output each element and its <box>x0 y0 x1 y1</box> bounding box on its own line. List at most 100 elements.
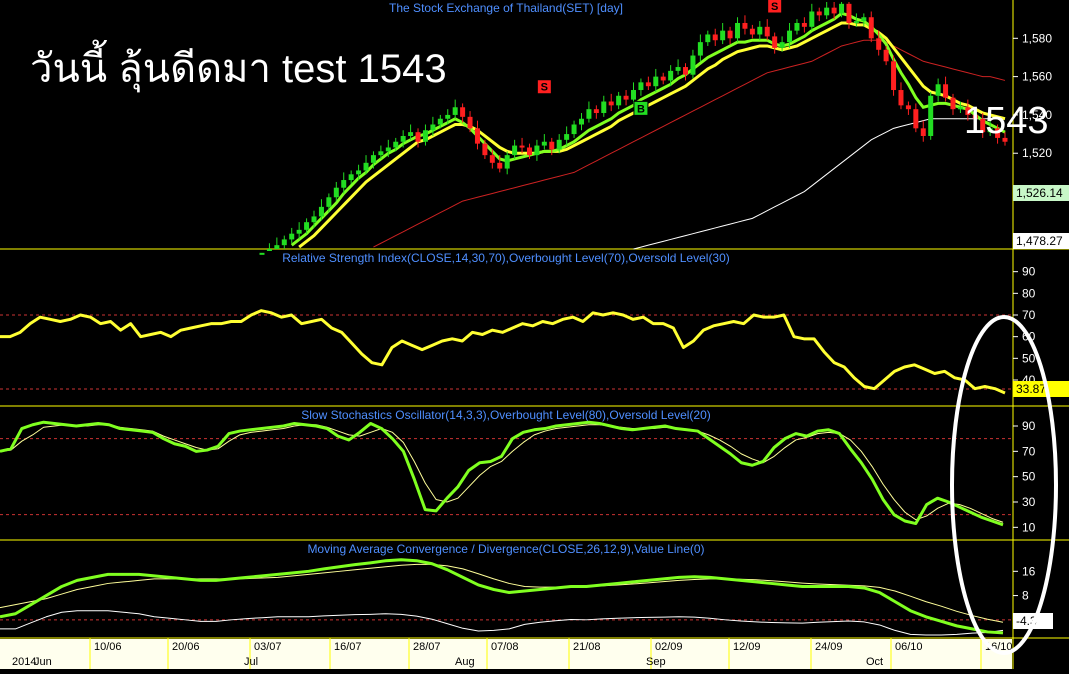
y-tick-label: 80 <box>1022 286 1036 300</box>
x-axis: 10/0620/0603/0716/0728/0707/0821/0802/09… <box>0 638 1013 669</box>
y-tick-label: 50 <box>1022 351 1036 365</box>
x-month-label: Jul <box>244 656 258 668</box>
candle-body <box>356 170 361 174</box>
annotation-overlay: วันนี้ ลุ้นดีดมา test 1543 1543 <box>30 39 1056 653</box>
signal-marker-label: S <box>771 1 778 13</box>
candle-body <box>594 109 599 113</box>
candle-body <box>408 132 413 136</box>
candle-body <box>869 17 874 38</box>
ma-line <box>634 119 1006 249</box>
candle-body <box>497 163 502 169</box>
candle-body <box>579 119 584 125</box>
candle-body <box>943 84 948 97</box>
stochastic-panel: Slow Stochastics Oscillator(14,3,3),Over… <box>0 408 1036 534</box>
chart-stage: The Stock Exchange of Thailand(SET) [day… <box>0 0 1069 669</box>
candle-body <box>512 146 517 156</box>
stoch-d-line <box>0 425 1003 523</box>
candle-body <box>624 96 629 100</box>
price-panel: The Stock Exchange of Thailand(SET) [day… <box>260 0 1069 255</box>
y-tick-label: 90 <box>1022 419 1036 433</box>
candle-body <box>720 31 725 41</box>
rsi-line <box>0 311 1005 393</box>
macd-line <box>0 560 1003 633</box>
candle-body <box>586 109 591 119</box>
value-box-label: 1,526.14 <box>1016 186 1063 200</box>
candle-body <box>601 102 606 113</box>
panel-title: The Stock Exchange of Thailand(SET) [day… <box>389 1 623 15</box>
panel-title: Moving Average Convergence / Divergence(… <box>307 542 704 556</box>
candle-body <box>260 253 265 255</box>
stoch-k-line <box>0 422 1003 525</box>
candle-body <box>468 117 473 128</box>
candle-body <box>698 42 703 55</box>
candle-body <box>267 249 272 251</box>
candle-body <box>631 90 636 100</box>
candle-body <box>341 180 346 188</box>
candle-body <box>757 27 762 35</box>
candle-body <box>787 31 792 42</box>
candle-body <box>319 207 324 217</box>
value-box-label: 1,478.27 <box>1016 234 1063 248</box>
candle-body <box>274 245 279 249</box>
candle-body <box>861 17 866 21</box>
candle-body <box>668 71 673 81</box>
x-month-label: 2014 <box>12 656 36 668</box>
candle-body <box>557 140 562 150</box>
chart-svg: The Stock Exchange of Thailand(SET) [day… <box>0 0 1069 669</box>
candle-body <box>527 147 532 155</box>
x-month-label: Aug <box>455 656 475 668</box>
candle-body <box>898 90 903 105</box>
candle-body <box>839 4 844 14</box>
candle-body <box>661 77 666 81</box>
panel-frames <box>0 0 1069 669</box>
x-month-label: Sep <box>646 656 666 668</box>
candle-body <box>854 21 859 23</box>
candle-body <box>371 155 376 163</box>
candle-body <box>750 29 755 35</box>
candle-body <box>884 50 889 61</box>
candle-body <box>334 188 339 198</box>
candle-body <box>817 11 822 15</box>
candle-body <box>534 146 539 156</box>
candle-body <box>312 216 317 222</box>
candle-body <box>705 34 710 42</box>
candle-body <box>824 8 829 16</box>
y-tick-label: 16 <box>1022 564 1036 578</box>
candle-body <box>386 147 391 151</box>
candle-body <box>928 96 933 136</box>
candle-body <box>430 125 435 131</box>
candle-body <box>282 239 287 245</box>
candle-body <box>765 27 770 37</box>
candle-body <box>683 67 688 75</box>
candle-body <box>638 82 643 90</box>
candle-body <box>289 234 294 240</box>
y-tick-label: 50 <box>1022 470 1036 484</box>
signal-marker-label: B <box>637 103 645 115</box>
macd-panel: Moving Average Convergence / Divergence(… <box>0 542 1053 635</box>
candle-body <box>846 4 851 23</box>
candle-body <box>616 96 621 106</box>
candle-body <box>505 155 510 168</box>
macd-histogram-line <box>0 611 1003 635</box>
highlight-circle <box>952 317 1056 653</box>
candle-body <box>958 107 963 109</box>
candle-body <box>520 146 525 148</box>
candle-body <box>876 38 881 49</box>
candle-body <box>416 132 421 142</box>
candle-body <box>735 23 740 38</box>
candle-body <box>297 230 302 234</box>
level-annotation: 1543 <box>964 100 1049 142</box>
candle-body <box>802 23 807 27</box>
signal-marker-label: S <box>541 82 548 94</box>
y-tick-label: 10 <box>1022 520 1036 534</box>
candle-body <box>572 125 577 135</box>
candle-body <box>794 23 799 31</box>
candle-body <box>891 61 896 90</box>
candle-body <box>728 31 733 39</box>
candle-body <box>326 197 331 207</box>
candle-body <box>445 115 450 119</box>
candle-body <box>809 11 814 26</box>
candle-body <box>913 109 918 128</box>
y-tick-label: 8 <box>1022 589 1029 603</box>
candle-body <box>609 102 614 106</box>
